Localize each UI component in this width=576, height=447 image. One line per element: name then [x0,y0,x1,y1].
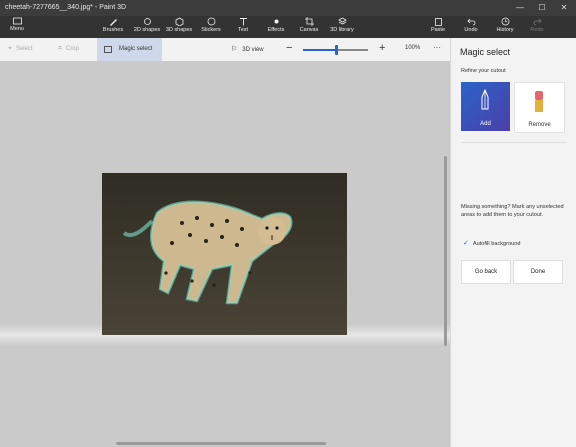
panel-title: Magic select [460,47,511,57]
canvas-area[interactable] [0,61,450,447]
select-tool[interactable]: ⌖ Select [8,45,33,53]
check-icon: ✓ [463,240,469,247]
canvas-image[interactable] [102,173,347,335]
vertical-scrollbar[interactable] [444,156,447,346]
redo-label: Redo [530,27,544,33]
horizontal-scrollbar[interactable] [116,442,326,445]
autofill-label: Autofill background [472,241,521,247]
zoom-in-button[interactable]: + [379,42,385,54]
secondary-toolbar: ⌖ Select ⌗ Crop Magic select ⚐ 3D view − + … [0,38,450,62]
clock-icon [501,17,509,26]
stickers-button[interactable]: Stickers [199,17,223,33]
effects-button[interactable]: Effects [264,17,288,33]
crop-label: Crop [65,46,79,52]
redo-icon [533,18,542,26]
magic-select-icon [104,46,112,53]
shapes-3d-label: 3D shapes [165,27,193,33]
remove-label: Remove [528,122,551,128]
cube-icon [175,17,183,26]
zoom-out-button[interactable]: − [286,42,292,54]
panel-subtitle: Refine your cutout [461,68,506,74]
close-button[interactable]: ✕ [559,3,569,13]
go-back-button[interactable]: Go back [461,260,511,284]
library-3d-button[interactable]: 3D library [328,17,356,33]
autofill-toggle[interactable]: ✓ Autofill background [463,239,520,247]
library-icon [337,17,347,25]
paste-label: Paste [430,27,446,33]
window-title: cheetah-7277665__340.jpg* - Paint 3D [5,4,127,11]
eraser-icon [535,91,543,112]
undo-label: Undo [464,27,478,33]
history-button[interactable]: History [494,17,516,33]
sun-icon [274,19,278,24]
paste-button[interactable]: Paste [429,17,447,33]
clipboard-icon [434,18,442,26]
effects-label: Effects [267,27,285,33]
crop-icon: ⌗ [58,45,62,52]
more-options-button[interactable]: ··· [433,43,441,52]
view-3d-label: 3D view [242,47,264,53]
brush-icon [109,19,117,26]
magic-select-panel: Magic select Refine your cutout Add Remo… [450,38,576,447]
zoom-percentage[interactable]: 100% [405,45,420,51]
main-toolbar: Menu Brushes 2D shapes 3D shapes Sticker… [0,16,576,38]
shapes-2d-label: 2D shapes [133,27,161,33]
maximize-button[interactable]: ☐ [537,3,547,13]
magic-select-tool[interactable]: Magic select [97,38,162,61]
stickers-label: Stickers [201,27,221,33]
add-pen-icon [481,89,489,110]
menu-label: Menu [10,26,24,32]
cursor-icon: ⌖ [8,45,12,52]
library-3d-label: 3D library [330,27,354,33]
redo-button[interactable]: Redo [528,17,546,33]
zoom-slider-thumb[interactable] [335,45,338,55]
text-label: Text [237,27,249,33]
brushes-label: Brushes [102,27,124,33]
done-button[interactable]: Done [513,260,563,284]
menu-button[interactable]: Menu [6,17,28,32]
undo-button[interactable]: Undo [462,17,480,33]
magic-select-label: Magic select [119,46,153,52]
shapes-2d-button[interactable]: 2D shapes [132,17,162,33]
select-label: Select [15,46,33,52]
panel-divider [461,142,567,143]
crop-tool[interactable]: ⌗ Crop [58,45,79,53]
brushes-button[interactable]: Brushes [101,17,125,33]
sticker-icon [207,17,215,26]
undo-icon [466,18,475,26]
canvas-label: Canvas [299,27,319,33]
add-label: Add [480,121,491,127]
view-3d-toggle[interactable]: ⚐ 3D view [231,45,264,53]
canvas-icon [304,17,314,26]
flag-icon: ⚐ [231,46,238,53]
canvas-button[interactable]: Canvas [297,17,321,33]
shapes-3d-button[interactable]: 3D shapes [164,17,194,33]
shapes-2d-icon [143,18,151,25]
text-icon [239,18,247,26]
cheetah-image [102,173,347,335]
minimize-button[interactable]: — [515,3,525,13]
title-bar: cheetah-7277665__340.jpg* - Paint 3D — ☐… [0,0,576,16]
folder-icon [12,17,22,25]
add-button[interactable]: Add [461,82,510,131]
help-text: Missing something? Mark any unselected a… [461,204,564,218]
history-label: History [496,27,514,33]
zoom-slider[interactable] [303,45,368,55]
remove-button[interactable]: Remove [514,82,565,133]
text-button[interactable]: Text [233,17,253,33]
zoom-slider-fill [303,49,336,51]
